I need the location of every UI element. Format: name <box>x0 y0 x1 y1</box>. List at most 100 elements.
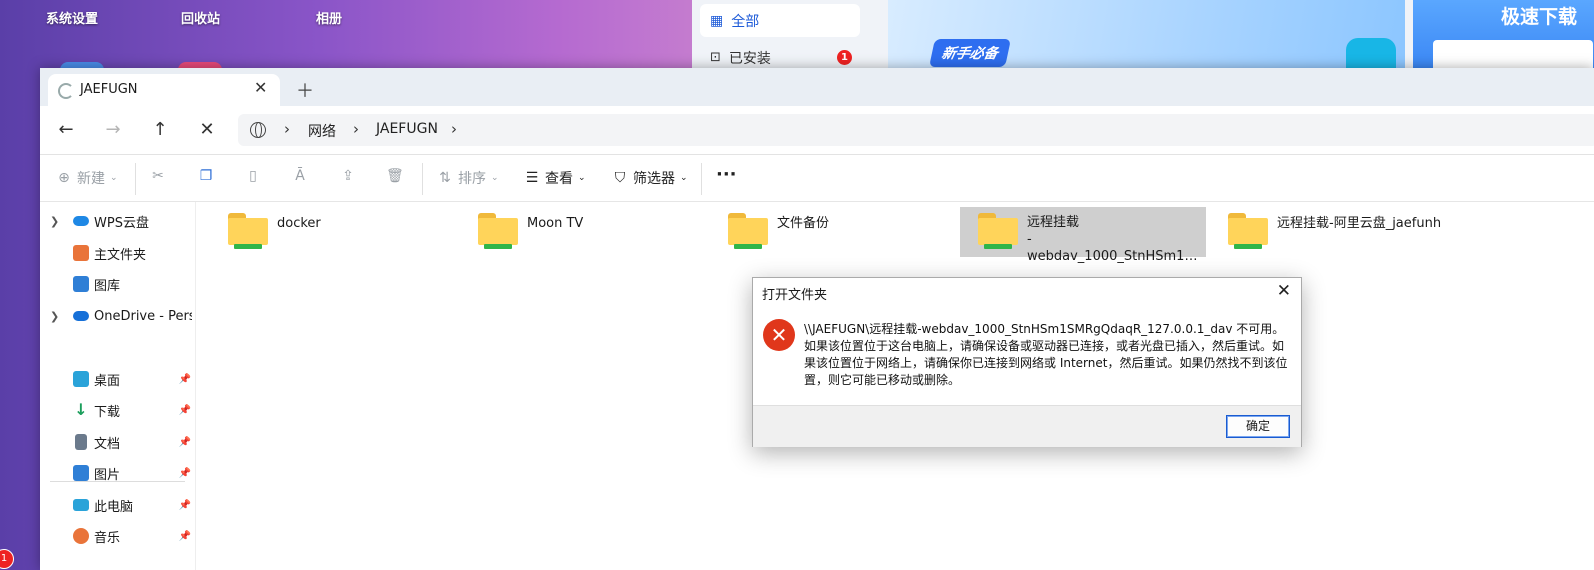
share-button[interactable]: ⇪ <box>340 168 356 184</box>
chevron-down-icon: ⌄ <box>578 173 586 183</box>
tab-close-icon[interactable]: ✕ <box>254 78 267 97</box>
desktop-icon-recycle-bin-label[interactable]: 回收站 <box>181 8 220 27</box>
network-folder-icon <box>478 213 518 251</box>
view-button[interactable]: ☰ 查看 ⌄ <box>524 168 586 188</box>
chevron-right-icon[interactable]: ❯ <box>50 215 59 228</box>
up-arrow-icon[interactable]: ↑ <box>148 119 172 140</box>
store-banner-download[interactable]: 极速下载 <box>1413 0 1594 70</box>
sidebar-item-label: 主文件夹 <box>94 247 147 263</box>
chevron-down-icon: ⌄ <box>491 173 499 183</box>
folder-item-remote-webdav[interactable]: 远程挂载 -webdav_1000_StnHSm1SMRg... <box>960 207 1206 264</box>
banner-tag: 新手必备 <box>929 39 1011 67</box>
back-arrow-icon[interactable]: ← <box>54 119 78 140</box>
folder-item-remote-aliyun[interactable]: 远程挂载-阿里云盘_jaefunh <box>1210 207 1456 257</box>
home-icon <box>73 245 89 261</box>
copy-button[interactable]: ❐ <box>198 168 214 184</box>
sidebar-item-downloads[interactable]: ↓ 下载 📌 <box>40 397 195 423</box>
sidebar-item-onedrive[interactable]: ❯ OneDrive - Personal <box>40 303 195 329</box>
tab-bar: JAEFUGN ✕ ＋ <box>40 68 1594 106</box>
forward-arrow-icon[interactable]: → <box>101 119 125 140</box>
copy-icon: ❐ <box>199 168 213 184</box>
folder-name: docker <box>277 216 321 231</box>
folder-item-file-backup[interactable]: 文件备份 <box>710 207 956 257</box>
folder-name: 文件备份 <box>777 216 830 231</box>
sidebar-item-documents[interactable]: 文档 📌 <box>40 429 195 455</box>
tab-jaefugn[interactable]: JAEFUGN ✕ <box>48 74 280 106</box>
navigation-pane: ❯ WPS云盘 主文件夹 图库 ❯ OneDrive - Personal 桌面… <box>40 202 196 570</box>
chevron-right-icon[interactable]: › <box>353 120 359 138</box>
sidebar-item-label: 图库 <box>94 278 121 294</box>
filter-button[interactable]: ⛉ 筛选器 ⌄ <box>612 168 688 188</box>
folder-item-docker[interactable]: docker <box>210 207 456 257</box>
delete-button[interactable]: 🗑 <box>386 168 404 184</box>
more-options-button[interactable]: ··· <box>716 164 737 185</box>
ok-button[interactable]: 确定 <box>1226 415 1290 438</box>
trash-icon: 🗑 <box>386 168 404 184</box>
command-toolbar: ⊕ 新建 ⌄ ✂ ❐ ▯ Ā ⇪ 🗑 ⇅ 排序 ⌄ ☰ 查看 ⌄ ⛉ 筛选器 ⌄… <box>40 155 1594 202</box>
network-folder-icon <box>1228 213 1268 251</box>
store-banner[interactable]: 新手必备 <box>888 0 1405 70</box>
pin-icon[interactable]: 📌 <box>179 374 191 385</box>
download-icon: ↓ <box>74 400 88 419</box>
sidebar-item-label: 桌面 <box>94 373 121 389</box>
view-list-icon: ☰ <box>525 170 539 186</box>
rename-button[interactable]: Ā <box>292 168 308 184</box>
pin-icon[interactable]: 📌 <box>179 531 191 542</box>
banner-app-logo <box>1346 38 1396 70</box>
pin-icon[interactable]: 📌 <box>179 500 191 511</box>
sidebar-item-label: 文档 <box>94 436 121 452</box>
network-folder-icon <box>228 213 268 251</box>
installed-badge: 1 <box>837 50 852 65</box>
dialog-title: 打开文件夹 <box>762 288 828 303</box>
breadcrumb-jaefugn[interactable]: JAEFUGN <box>376 121 438 137</box>
breadcrumb-network[interactable]: 网络 <box>308 121 336 141</box>
store-nav-installed-label: 已安装 <box>728 50 771 67</box>
toolbar-divider <box>135 163 136 195</box>
sort-icon: ⇅ <box>439 170 451 186</box>
chevron-down-icon: ⌄ <box>110 173 118 183</box>
funnel-icon: ⛉ <box>614 170 626 186</box>
store-nav-all[interactable]: ▦ 全部 <box>700 4 860 37</box>
address-bar[interactable]: › 网络 › JAEFUGN › <box>238 114 1594 146</box>
filter-button-label: 筛选器 <box>633 171 675 187</box>
scissors-icon: ✂ <box>152 168 164 184</box>
sidebar-item-this-pc[interactable]: 此电脑 📌 <box>40 492 195 518</box>
sidebar-item-pictures[interactable]: 图片 📌 <box>40 460 195 486</box>
paste-button[interactable]: ▯ <box>245 168 261 184</box>
pin-icon[interactable]: 📌 <box>179 437 191 448</box>
sidebar-item-home[interactable]: 主文件夹 <box>40 240 195 266</box>
desktop-icon-album-label[interactable]: 相册 <box>316 8 342 27</box>
error-icon: ✕ <box>763 319 795 351</box>
sidebar-item-music[interactable]: 音乐 📌 <box>40 523 195 549</box>
toolbar-divider <box>422 163 423 195</box>
stop-icon[interactable]: ✕ <box>195 119 219 140</box>
new-button[interactable]: ⊕ 新建 ⌄ <box>56 168 118 188</box>
onedrive-icon <box>73 311 89 321</box>
chevron-down-icon: ⌄ <box>680 173 688 183</box>
pin-icon[interactable]: 📌 <box>179 468 191 479</box>
pin-icon[interactable]: 📌 <box>179 405 191 416</box>
network-folder-icon <box>978 213 1018 251</box>
folder-name: 远程挂载-阿里云盘_jaefunh <box>1277 216 1442 231</box>
banner2-title: 极速下载 <box>1501 6 1578 28</box>
chevron-right-icon[interactable]: › <box>284 120 290 138</box>
cloud-icon <box>73 216 89 226</box>
sidebar-item-gallery[interactable]: 图库 <box>40 271 195 297</box>
sidebar-item-desktop[interactable]: 桌面 📌 <box>40 366 195 392</box>
download-box-icon: ⊡ <box>710 50 721 65</box>
new-tab-icon[interactable]: ＋ <box>296 77 314 103</box>
chevron-right-icon[interactable]: ❯ <box>50 310 59 323</box>
dialog-close-icon[interactable]: ✕ <box>1277 281 1291 301</box>
desktop-icon-settings-label[interactable]: 系统设置 <box>46 8 98 27</box>
cut-button[interactable]: ✂ <box>150 168 166 184</box>
dialog-titlebar[interactable]: 打开文件夹 ✕ <box>753 278 1301 307</box>
sort-button[interactable]: ⇅ 排序 ⌄ <box>437 168 499 188</box>
folder-item-moon-tv[interactable]: Moon TV <box>460 207 706 257</box>
dialog-footer: 确定 <box>753 405 1301 447</box>
chevron-right-icon[interactable]: › <box>451 120 457 138</box>
rename-icon: Ā <box>295 168 305 184</box>
sidebar-item-wps-cloud[interactable]: ❯ WPS云盘 <box>40 208 195 234</box>
gallery-icon <box>73 276 89 292</box>
view-button-label: 查看 <box>545 171 573 187</box>
dialog-body: ✕ \\JAEFUGN\远程挂载-webdav_1000_StnHSm1SMRg… <box>753 307 1301 405</box>
